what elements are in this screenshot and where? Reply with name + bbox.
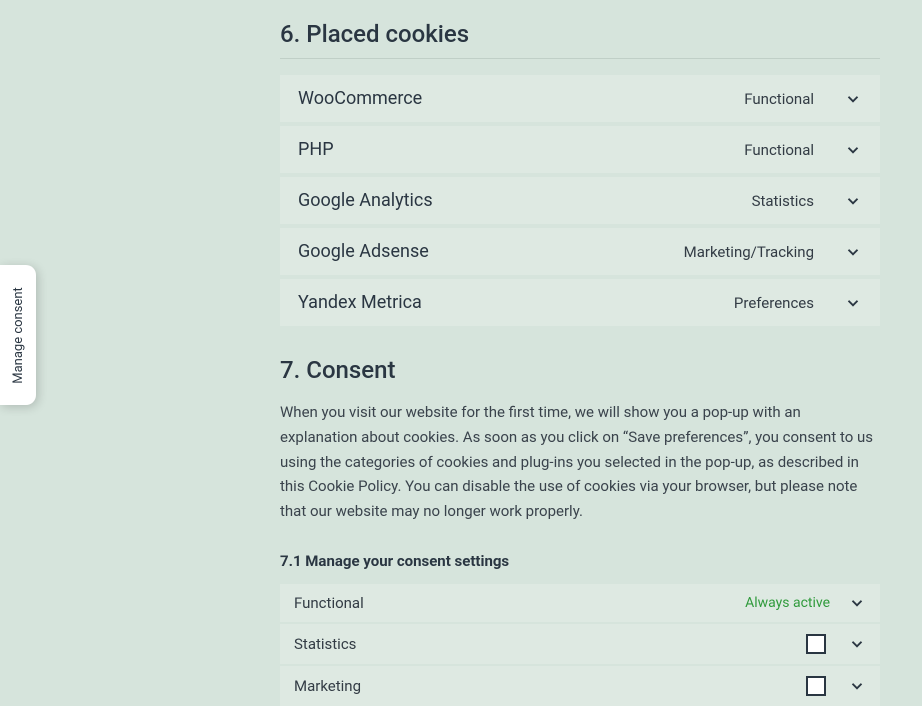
cookie-tag: Marketing/Tracking <box>684 243 814 261</box>
chevron-down-icon <box>848 635 866 653</box>
cookie-row-google-adsense[interactable]: Google Adsense Marketing/Tracking <box>280 228 880 275</box>
cookie-name: Google Analytics <box>298 190 752 211</box>
main-content: 6. Placed cookies WooCommerce Functional… <box>280 0 880 706</box>
cookie-tag: Functional <box>744 141 814 159</box>
consent-settings-list: Functional Always active Statistics Mark… <box>280 584 880 706</box>
cookie-name: WooCommerce <box>298 88 744 109</box>
manage-consent-tab-label: Manage consent <box>11 287 26 384</box>
heading-consent: 7. Consent <box>280 356 880 384</box>
chevron-down-icon <box>844 192 862 210</box>
consent-checkbox-statistics[interactable] <box>806 634 826 654</box>
consent-row-statistics[interactable]: Statistics <box>280 624 880 664</box>
chevron-down-icon <box>844 90 862 108</box>
consent-checkbox-marketing[interactable] <box>806 676 826 696</box>
cookie-tag: Statistics <box>752 192 814 210</box>
cookie-name: PHP <box>298 139 744 160</box>
heading-placed-cookies: 6. Placed cookies <box>280 20 880 59</box>
consent-label: Marketing <box>294 677 806 695</box>
consent-row-functional[interactable]: Functional Always active <box>280 584 880 622</box>
consent-label: Functional <box>294 594 745 612</box>
cookie-name: Google Adsense <box>298 241 684 262</box>
cookies-accordion-list: WooCommerce Functional PHP Functional Go… <box>280 75 880 326</box>
cookie-row-google-analytics[interactable]: Google Analytics Statistics <box>280 177 880 224</box>
chevron-down-icon <box>844 243 862 261</box>
manage-consent-tab[interactable]: Manage consent <box>0 265 36 405</box>
heading-manage-settings: 7.1 Manage your consent settings <box>280 552 880 570</box>
cookie-row-woocommerce[interactable]: WooCommerce Functional <box>280 75 880 122</box>
chevron-down-icon <box>848 594 866 612</box>
cookie-name: Yandex Metrica <box>298 292 734 313</box>
chevron-down-icon <box>844 141 862 159</box>
cookie-tag: Preferences <box>734 294 814 312</box>
chevron-down-icon <box>848 677 866 695</box>
consent-label: Statistics <box>294 635 806 653</box>
cookie-tag: Functional <box>744 90 814 108</box>
cookie-row-php[interactable]: PHP Functional <box>280 126 880 173</box>
consent-paragraph: When you visit our website for the first… <box>280 400 880 524</box>
consent-status-always-active: Always active <box>745 595 830 611</box>
cookie-row-yandex-metrica[interactable]: Yandex Metrica Preferences <box>280 279 880 326</box>
consent-row-marketing[interactable]: Marketing <box>280 666 880 706</box>
chevron-down-icon <box>844 294 862 312</box>
